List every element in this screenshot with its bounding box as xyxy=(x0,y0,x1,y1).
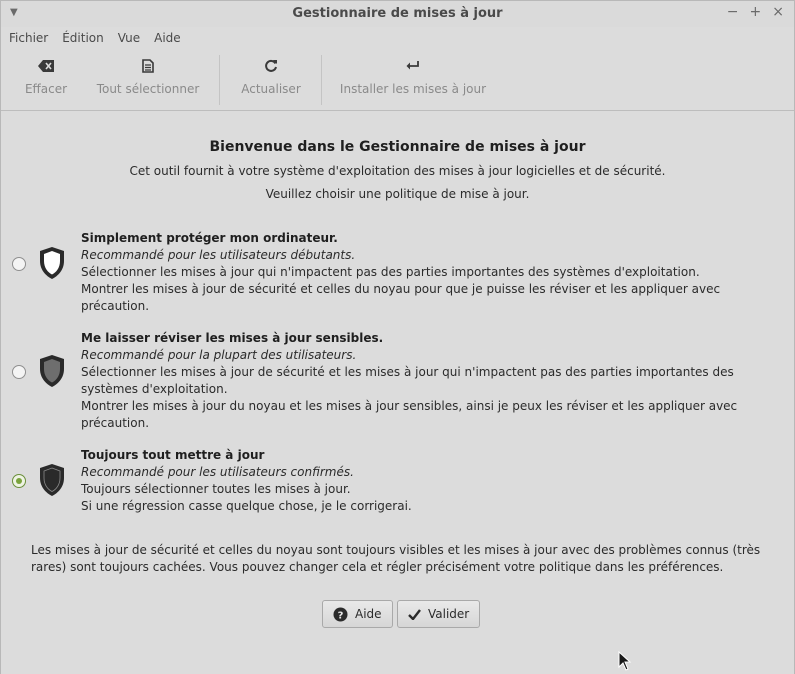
policy-description: Si une régression casse quelque chose, j… xyxy=(81,499,412,513)
welcome-panel: Bienvenue dans le Gestionnaire de mises … xyxy=(1,112,794,674)
toolbar-separator xyxy=(219,55,220,105)
menu-bar: Fichier Édition Vue Aide xyxy=(1,27,794,49)
policy-title: Simplement protéger mon ordinateur. xyxy=(81,231,338,245)
window-controls: − + × xyxy=(727,4,784,20)
welcome-prompt: Veuillez choisir une politique de mise à… xyxy=(265,187,530,201)
help-button[interactable]: ? Aide xyxy=(322,600,393,628)
svg-text:?: ? xyxy=(338,610,344,621)
policy-note: Les mises à jour de sécurité et celles d… xyxy=(31,543,761,574)
close-icon[interactable]: × xyxy=(772,4,784,20)
shield-icon xyxy=(40,464,64,496)
policy-description: Sélectionner les mises à jour qui n'impa… xyxy=(81,265,700,279)
policy-radio-protect[interactable] xyxy=(12,257,26,271)
welcome-description: Cet outil fournit à votre système d'expl… xyxy=(129,164,666,178)
policy-subtitle: Recommandé pour la plupart des utilisate… xyxy=(81,348,357,362)
enter-arrow-icon xyxy=(406,55,420,77)
policy-description: Montrer les mises à jour du noyau et les… xyxy=(81,399,738,430)
shield-icon xyxy=(40,355,64,387)
policy-title: Me laisser réviser les mises à jour sens… xyxy=(81,331,384,345)
policy-subtitle: Recommandé pour les utilisateurs débutan… xyxy=(81,248,356,262)
welcome-title: Bienvenue dans le Gestionnaire de mises … xyxy=(209,139,586,155)
menu-edit[interactable]: Édition xyxy=(62,31,104,45)
install-updates-button[interactable]: Installer les mises à jour xyxy=(340,55,486,105)
checkmark-icon xyxy=(408,608,421,620)
refresh-button[interactable]: Actualiser xyxy=(241,55,301,105)
title-bar: ▼ Gestionnaire de mises à jour − + × xyxy=(1,1,794,27)
clear-button[interactable]: Effacer xyxy=(25,55,67,105)
policy-description: Montrer les mises à jour de sécurité et … xyxy=(81,282,721,313)
policy-description: Toujours sélectionner toutes les mises à… xyxy=(81,482,351,496)
select-all-button[interactable]: Tout sélectionner xyxy=(97,55,199,105)
validate-button[interactable]: Valider xyxy=(397,600,481,628)
toolbar: Effacer Tout sélectionner Actualiser Ins… xyxy=(1,49,794,111)
menu-file[interactable]: Fichier xyxy=(9,31,48,45)
window-title: Gestionnaire de mises à jour xyxy=(292,6,503,21)
policy-radio-review[interactable] xyxy=(12,365,26,379)
document-icon xyxy=(142,55,154,77)
shield-icon xyxy=(40,247,64,279)
backspace-icon xyxy=(38,55,54,77)
toolbar-separator xyxy=(321,55,322,105)
help-icon: ? xyxy=(333,607,348,622)
refresh-icon xyxy=(264,55,278,77)
maximize-icon[interactable]: + xyxy=(750,4,762,20)
minimize-icon[interactable]: − xyxy=(727,4,739,20)
policy-description: Sélectionner les mises à jour de sécurit… xyxy=(81,365,734,396)
update-manager-window: ▼ Gestionnaire de mises à jour − + × Fic… xyxy=(0,0,795,674)
policy-title: Toujours tout mettre à jour xyxy=(81,448,265,462)
policy-radio-all[interactable] xyxy=(12,474,26,488)
mouse-cursor-icon xyxy=(618,651,632,671)
menu-help[interactable]: Aide xyxy=(154,31,181,45)
policy-subtitle: Recommandé pour les utilisateurs confirm… xyxy=(81,465,354,479)
menu-view[interactable]: Vue xyxy=(118,31,140,45)
